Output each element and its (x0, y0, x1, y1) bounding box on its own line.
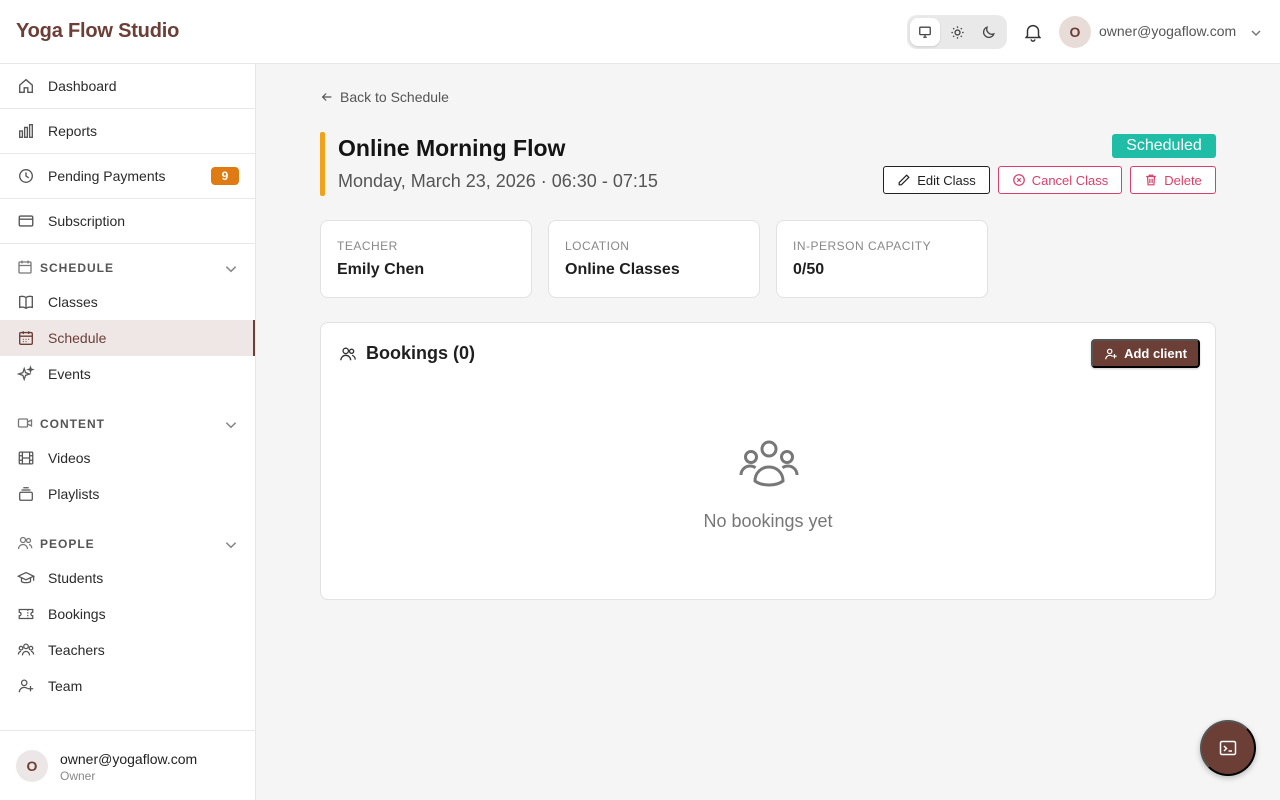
sidebar: Dashboard Reports Pending Payments 9 Sub… (0, 64, 256, 800)
app-brand[interactable]: Yoga Flow Studio (16, 20, 179, 43)
calendar-icon (17, 259, 33, 275)
users-icon (17, 535, 33, 551)
book-open-icon (17, 293, 35, 311)
info-label: IN-PERSON CAPACITY (793, 239, 932, 253)
info-label: LOCATION (565, 239, 630, 253)
sidebar-item-teachers[interactable]: Teachers (0, 632, 255, 668)
info-value: Online Classes (565, 261, 680, 278)
system-icon (919, 26, 931, 38)
sidebar-item-label: Dashboard (48, 78, 117, 94)
sidebar-item-label: Pending Payments (48, 168, 166, 184)
section-people[interactable]: PEOPLE (0, 532, 255, 556)
divider (0, 243, 255, 244)
ticket-icon (17, 605, 35, 623)
sparkles-icon (17, 365, 35, 383)
sidebar-item-students[interactable]: Students (0, 560, 255, 596)
bookings-card: Bookings (0) Add client No bookings yet (320, 322, 1216, 600)
add-client-button[interactable]: Add client (1091, 339, 1200, 368)
user-plus-icon (17, 677, 35, 695)
user-email[interactable]: owner@yogaflow.com (1099, 23, 1236, 39)
film-icon (17, 449, 35, 467)
trash-icon (1146, 174, 1157, 186)
bookings-title: Bookings (0) (366, 343, 476, 363)
sidebar-item-classes[interactable]: Classes (0, 284, 255, 320)
info-card-location: LOCATION Online Classes (548, 220, 760, 298)
section-schedule[interactable]: SCHEDULE (0, 256, 255, 280)
theme-switcher (907, 15, 1007, 49)
terminal-icon (1219, 740, 1237, 756)
moon-icon (983, 26, 995, 38)
system-theme-button[interactable] (910, 18, 940, 46)
users-group-icon (737, 435, 801, 491)
sun-icon (950, 25, 964, 39)
info-card-teacher: TEACHER Emily Chen (320, 220, 532, 298)
bell-icon (1024, 24, 1042, 42)
clock-icon (17, 167, 35, 185)
users-icon (339, 345, 357, 363)
edit-class-button[interactable]: Edit Class (883, 166, 990, 194)
user-plus-icon (1105, 348, 1117, 359)
user-email: owner@yogaflow.com (60, 751, 198, 767)
bar-chart-icon (17, 122, 35, 140)
credit-card-icon (17, 212, 35, 230)
user-avatar[interactable]: O (1059, 16, 1091, 48)
video-camera-icon (17, 415, 33, 431)
sidebar-item-label: Subscription (48, 213, 126, 229)
pencil-icon (898, 174, 910, 186)
dark-theme-button[interactable] (974, 18, 1004, 46)
sidebar-item-playlists[interactable]: Playlists (0, 476, 255, 512)
chevron-down-icon[interactable] (1250, 26, 1262, 38)
sidebar-item-reports[interactable]: Reports (0, 109, 255, 153)
sidebar-item-videos[interactable]: Videos (0, 440, 255, 476)
chevron-down-icon (224, 418, 238, 432)
arrow-left-icon (321, 93, 332, 101)
pending-payments-badge: 9 (211, 167, 239, 185)
sidebar-item-team[interactable]: Team (0, 668, 255, 704)
info-label: TEACHER (337, 239, 398, 253)
status-badge: Scheduled (1112, 134, 1216, 158)
delete-button[interactable]: Delete (1130, 166, 1216, 194)
info-value: Emily Chen (337, 261, 425, 278)
back-label: Back to Schedule (340, 89, 449, 105)
terminal-fab-button[interactable] (1200, 720, 1256, 776)
sidebar-item-dashboard[interactable]: Dashboard (0, 64, 255, 108)
cancel-class-button[interactable]: Cancel Class (998, 166, 1122, 194)
avatar: O (16, 750, 48, 782)
notifications-button[interactable] (1022, 21, 1044, 43)
section-content[interactable]: CONTENT (0, 412, 255, 436)
class-datetime: Monday, March 23, 2026 · 06:30 - 07:15 (338, 171, 658, 191)
class-accent-bar (320, 132, 325, 196)
top-bar: Yoga Flow Studio O owner@yogaflow.com (0, 0, 1280, 64)
x-circle-icon (1012, 174, 1025, 186)
calendar-icon (17, 329, 35, 347)
sidebar-item-label: Reports (48, 123, 98, 139)
sidebar-item-bookings[interactable]: Bookings (0, 596, 255, 632)
light-theme-button[interactable] (942, 18, 972, 46)
layers-icon (17, 485, 35, 503)
sidebar-item-schedule[interactable]: Schedule (0, 320, 255, 356)
info-value: 0/50 (793, 261, 825, 278)
sidebar-item-pending-payments[interactable]: Pending Payments 9 (0, 154, 255, 198)
sidebar-item-events[interactable]: Events (0, 356, 255, 392)
empty-state-text: No bookings yet (703, 511, 833, 531)
user-role: Owner (60, 769, 96, 783)
users-group-icon (17, 641, 35, 659)
info-card-capacity: IN-PERSON CAPACITY 0/50 (776, 220, 988, 298)
sidebar-item-subscription[interactable]: Subscription (0, 199, 255, 243)
chevron-down-icon (224, 538, 238, 552)
graduation-cap-icon (17, 569, 35, 587)
sidebar-user-card[interactable]: O owner@yogaflow.com Owner (0, 730, 255, 800)
page-title: Online Morning Flow (338, 135, 566, 161)
home-icon (17, 77, 35, 95)
chevron-down-icon (224, 262, 238, 276)
back-to-schedule-link[interactable]: Back to Schedule (320, 89, 449, 105)
